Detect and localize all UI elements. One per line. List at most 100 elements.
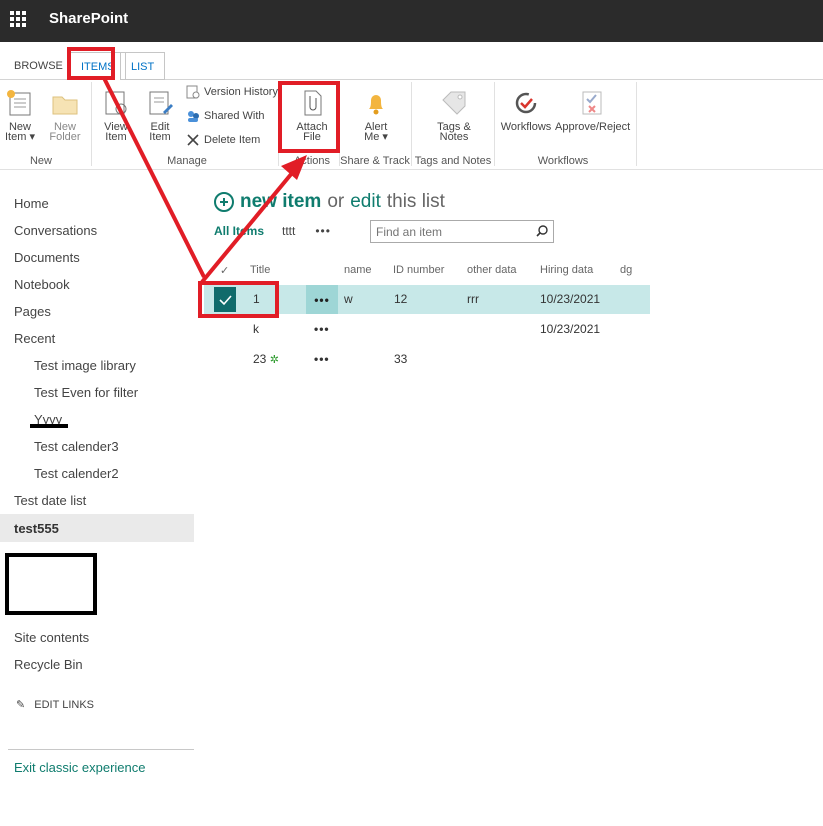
ribbon: New Item ▾ New Folder New View Item Edit… xyxy=(0,80,823,170)
cell-title[interactable]: 23 ✲ xyxy=(253,352,279,366)
column-title[interactable]: Title xyxy=(250,264,270,276)
new-item-button[interactable]: New Item ▾ xyxy=(2,88,38,143)
cell-title[interactable]: k xyxy=(253,322,259,336)
brand-title[interactable]: SharePoint xyxy=(49,10,128,27)
add-circle-icon[interactable] xyxy=(214,192,234,212)
search-input[interactable] xyxy=(371,221,521,242)
or-text: or xyxy=(327,191,345,212)
exit-classic-link[interactable]: Exit classic experience xyxy=(14,760,146,775)
ribbon-separator xyxy=(91,82,92,166)
nav-recycle-bin[interactable]: Recycle Bin xyxy=(14,657,83,672)
view-selector: All Items tttt ••• xyxy=(214,224,331,238)
ribbon-separator xyxy=(494,82,495,166)
annotation-box-attach-file xyxy=(278,81,340,153)
group-label-actions: Actions xyxy=(293,155,331,167)
version-history-button[interactable]: Version History xyxy=(186,85,278,99)
column-name[interactable]: name xyxy=(344,264,372,276)
cell-id-number: 12 xyxy=(394,292,408,306)
approve-reject-button[interactable]: Approve/Reject xyxy=(555,88,631,133)
new-item-glyph-icon: ✲ xyxy=(269,354,279,366)
new-folder-button[interactable]: New Folder xyxy=(47,88,83,143)
tags-notes-label-2: Notes xyxy=(439,131,469,143)
column-hiring-data[interactable]: Hiring data xyxy=(540,264,593,276)
column-dg[interactable]: dg xyxy=(620,264,632,276)
nav-notebook[interactable]: Notebook xyxy=(14,277,70,292)
edit-item-button[interactable]: Edit Item xyxy=(142,88,178,143)
new-item-label-2: Item xyxy=(5,131,27,143)
edit-links-button[interactable]: ✎ EDIT LINKS xyxy=(16,698,94,711)
shared-with-icon xyxy=(186,109,200,123)
nav-pages[interactable]: Pages xyxy=(14,304,51,319)
version-history-icon xyxy=(186,85,200,99)
nav-home[interactable]: Home xyxy=(14,196,49,211)
group-label-manage: Manage xyxy=(167,155,207,167)
shared-with-label: Shared With xyxy=(204,110,265,122)
nav-test-date-list[interactable]: Test date list xyxy=(14,493,86,508)
group-label-share-track: Share & Track xyxy=(340,155,410,167)
approve-reject-icon xyxy=(577,88,607,118)
select-all-check-icon[interactable]: ✓ xyxy=(220,264,229,277)
search-box xyxy=(370,220,554,243)
delete-item-button[interactable]: Delete Item xyxy=(186,133,260,147)
cell-other-data: rrr xyxy=(467,292,479,306)
approve-reject-label: Approve/Reject xyxy=(555,121,631,133)
view-item-icon xyxy=(101,88,131,118)
tags-notes-button[interactable]: Tags & Notes xyxy=(432,88,476,143)
edit-links-label: EDIT LINKS xyxy=(34,699,94,711)
annotation-redaction-box xyxy=(5,553,97,615)
shared-with-button[interactable]: Shared With xyxy=(186,109,265,123)
nav-recent[interactable]: Recent xyxy=(14,331,55,346)
item-menu-button[interactable]: ••• xyxy=(306,285,338,314)
version-history-label: Version History xyxy=(204,86,278,98)
tag-icon xyxy=(439,88,469,118)
workflows-icon xyxy=(511,88,541,118)
group-label-new: New xyxy=(29,155,52,167)
view-tttt[interactable]: tttt xyxy=(282,224,295,238)
view-item-label-2: Item xyxy=(105,131,127,143)
nav-recent-item[interactable]: Test calender2 xyxy=(34,466,119,481)
tab-browse[interactable]: BROWSE xyxy=(4,52,73,80)
alert-me-button[interactable]: Alert Me ▾ xyxy=(356,88,396,143)
suite-bar: SharePoint xyxy=(0,0,823,42)
nav-recent-item[interactable]: Test image library xyxy=(34,358,136,373)
item-menu-button[interactable]: ••• xyxy=(314,322,330,336)
group-label-tags-notes: Tags and Notes xyxy=(414,155,492,167)
tab-list[interactable]: LIST xyxy=(120,52,166,80)
more-views-icon[interactable]: ••• xyxy=(315,224,331,238)
workflows-button[interactable]: Workflows xyxy=(500,88,552,133)
nav-recent-item[interactable]: Test Even for filter xyxy=(34,385,138,400)
view-all-items[interactable]: All Items xyxy=(214,224,264,238)
cell-id-number: 33 xyxy=(394,352,408,366)
new-folder-label-2: Folder xyxy=(49,131,81,143)
delete-icon xyxy=(186,133,200,147)
group-label-workflows: Workflows xyxy=(537,155,589,167)
nav-site-contents[interactable]: Site contents xyxy=(14,630,89,645)
pencil-icon: ✎ xyxy=(16,699,26,711)
column-id-number[interactable]: ID number xyxy=(393,264,444,276)
nav-divider xyxy=(8,749,194,750)
column-other-data[interactable]: other data xyxy=(467,264,517,276)
annotation-box-items-tab xyxy=(67,47,115,80)
bell-icon xyxy=(361,88,391,118)
edit-item-icon xyxy=(145,88,175,118)
nav-documents[interactable]: Documents xyxy=(14,250,80,265)
new-item-link[interactable]: new item xyxy=(240,191,321,213)
nav-recent-item[interactable]: Test calender3 xyxy=(34,439,119,454)
ribbon-separator xyxy=(636,82,637,166)
cell-title-text: 23 xyxy=(253,352,267,366)
nav-conversations[interactable]: Conversations xyxy=(14,223,97,238)
view-item-button[interactable]: View Item xyxy=(98,88,134,143)
new-item-icon xyxy=(5,88,35,118)
workflows-label: Workflows xyxy=(500,121,552,133)
item-menu-button[interactable]: ••• xyxy=(314,352,330,366)
this-list-text: this list xyxy=(386,191,445,212)
search-icon[interactable] xyxy=(536,225,548,237)
alert-me-label-2: Me xyxy=(364,131,380,143)
edit-list-link[interactable]: edit xyxy=(350,191,381,213)
annotation-box-selected-row xyxy=(198,281,279,318)
cell-hiring-data: 10/23/2021 xyxy=(540,292,601,306)
app-launcher-icon[interactable] xyxy=(10,11,26,27)
cell-name: w xyxy=(344,292,353,306)
edit-item-label-2: Item xyxy=(149,131,171,143)
nav-test555[interactable]: test555 xyxy=(14,521,59,536)
